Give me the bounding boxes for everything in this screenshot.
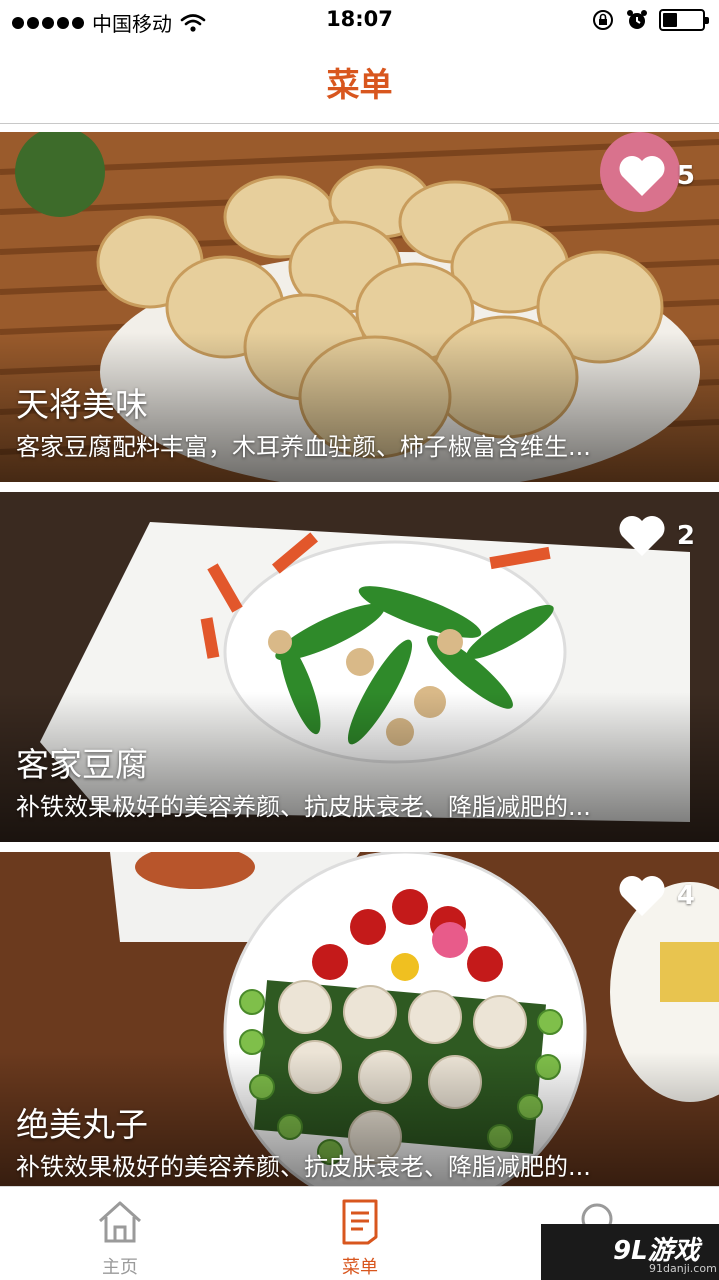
heart-icon bbox=[619, 516, 665, 556]
tab-home[interactable]: 主页 bbox=[0, 1187, 240, 1280]
nav-bar: 菜单 bbox=[0, 40, 719, 124]
menu-card[interactable]: 5 天将美味 客家豆腐配料丰富，木耳养血驻颜、柿子椒富含维生... bbox=[0, 132, 719, 482]
like-button[interactable]: 5 bbox=[617, 154, 695, 198]
battery-icon bbox=[659, 9, 709, 31]
status-bar: 中国移动 18:07 bbox=[0, 0, 719, 40]
like-count: 5 bbox=[676, 161, 695, 191]
like-count: 2 bbox=[676, 521, 695, 551]
menu-card[interactable]: 4 绝美丸子 补铁效果极好的美容养颜、抗皮肤衰老、降脂减肥的... bbox=[0, 852, 719, 1202]
site-watermark: 9L游戏 91danji.com bbox=[541, 1224, 719, 1280]
menu-item-title: 绝美丸子 bbox=[16, 1105, 148, 1144]
menu-card[interactable]: 2 客家豆腐 补铁效果极好的美容养颜、抗皮肤衰老、降脂减肥的... bbox=[0, 492, 719, 842]
menu-item-description: 补铁效果极好的美容养颜、抗皮肤衰老、降脂减肥的... bbox=[16, 793, 591, 821]
watermark-site: 91danji.com bbox=[649, 1262, 717, 1275]
tab-menu[interactable]: 菜单 bbox=[240, 1187, 480, 1280]
heart-icon bbox=[619, 876, 665, 916]
menu-document-icon bbox=[342, 1199, 378, 1245]
rotation-lock-icon bbox=[593, 10, 613, 30]
page-title: 菜单 bbox=[326, 65, 393, 104]
tab-label: 菜单 bbox=[342, 1257, 378, 1278]
tab-label: 主页 bbox=[102, 1257, 138, 1278]
home-icon bbox=[98, 1201, 142, 1243]
alarm-icon bbox=[627, 10, 647, 29]
heart-icon bbox=[619, 156, 665, 196]
like-count: 4 bbox=[676, 881, 695, 911]
like-button[interactable]: 4 bbox=[617, 874, 695, 918]
menu-item-title: 天将美味 bbox=[16, 385, 148, 424]
menu-item-description: 客家豆腐配料丰富，木耳养血驻颜、柿子椒富含维生... bbox=[16, 433, 591, 461]
status-right bbox=[591, 8, 709, 32]
like-button[interactable]: 2 bbox=[617, 514, 695, 558]
menu-item-title: 客家豆腐 bbox=[16, 745, 148, 784]
menu-item-description: 补铁效果极好的美容养颜、抗皮肤衰老、降脂减肥的... bbox=[16, 1153, 591, 1181]
